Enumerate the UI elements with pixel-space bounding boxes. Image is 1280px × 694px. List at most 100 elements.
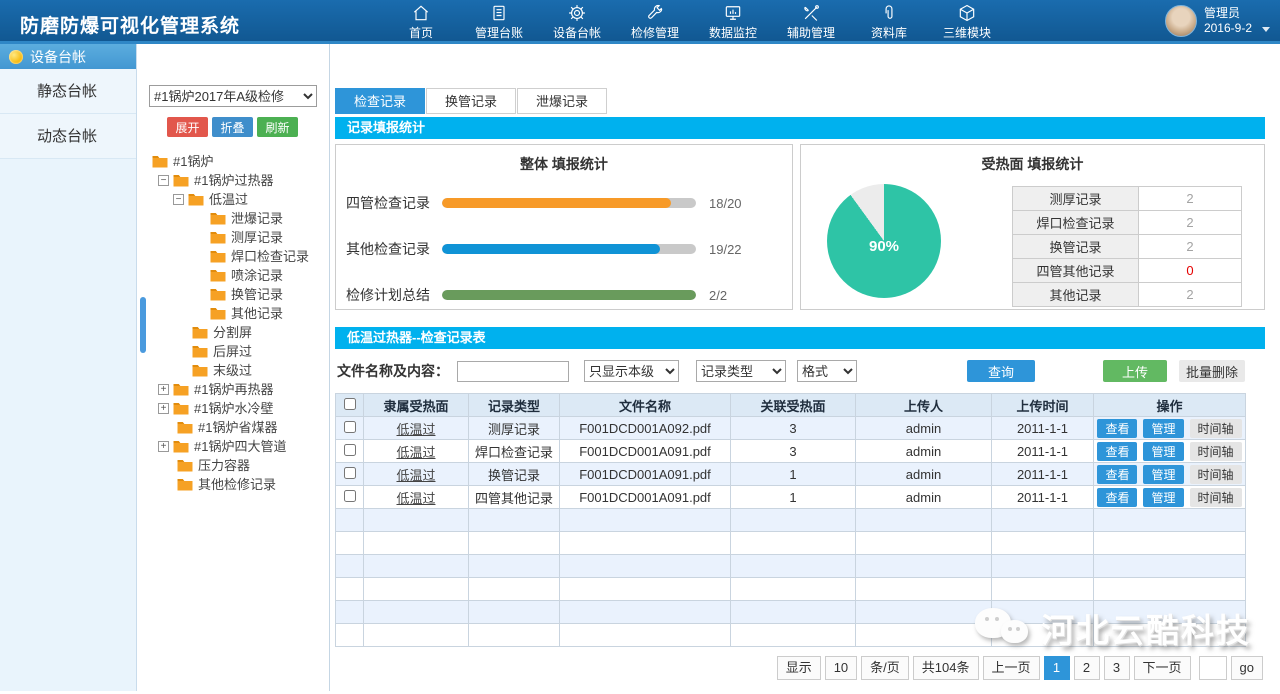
timeline-button[interactable]: 时间轴: [1190, 419, 1242, 438]
overhaul-select[interactable]: #1锅炉2017年A级检修: [149, 85, 317, 107]
timeline-button[interactable]: 时间轴: [1190, 488, 1242, 507]
manage-button[interactable]: 管理: [1143, 419, 1183, 438]
expand-toggle-icon[interactable]: [158, 384, 169, 395]
folder-icon: [188, 193, 204, 206]
tree-item[interactable]: #1锅炉水冷壁: [137, 399, 329, 418]
prev-page-button[interactable]: 上一页: [983, 656, 1040, 680]
record-type-select[interactable]: 记录类型: [696, 360, 786, 382]
next-page-button[interactable]: 下一页: [1134, 656, 1191, 680]
tree-item[interactable]: #1锅炉过热器: [137, 171, 329, 190]
tree-item[interactable]: 换管记录: [137, 285, 329, 304]
tree-item[interactable]: #1锅炉四大管道: [137, 437, 329, 456]
page-number-2[interactable]: 2: [1074, 656, 1100, 680]
tree-item[interactable]: 末级过: [137, 361, 329, 380]
tree-item[interactable]: #1锅炉省煤器: [137, 418, 329, 437]
sidebar-item-static-ledger[interactable]: 静态台帐: [0, 69, 136, 114]
tree-item[interactable]: 其他检修记录: [137, 475, 329, 494]
page-number-3[interactable]: 3: [1104, 656, 1130, 680]
expand-toggle-icon[interactable]: [158, 441, 169, 452]
expand-all-button[interactable]: 展开: [167, 117, 208, 137]
progress-fill: [442, 290, 696, 300]
progress-track: [442, 198, 696, 208]
progress-track: [442, 244, 696, 254]
surface-stats-table: 测厚记录2 焊口检查记录2 换管记录2 四管其他记录0 其他记录2: [1012, 186, 1242, 307]
timeline-button[interactable]: 时间轴: [1190, 442, 1242, 461]
tree-item[interactable]: 后屏过: [137, 342, 329, 361]
batch-delete-button[interactable]: 批量删除: [1179, 360, 1245, 382]
collapse-toggle-icon[interactable]: [173, 194, 184, 205]
surface-link[interactable]: 低温过: [396, 445, 435, 460]
tree-item[interactable]: #1锅炉再热器: [137, 380, 329, 399]
row-checkbox[interactable]: [344, 490, 356, 502]
tab-inspection-records[interactable]: 检查记录: [335, 88, 425, 114]
surface-stats-panel: 受热面 填报统计 90% 测厚记录2 焊口检查记录2 换管记录2 四管其他记录0…: [800, 144, 1265, 310]
tree-item[interactable]: 低温过: [137, 190, 329, 209]
tree-item[interactable]: 测厚记录: [137, 228, 329, 247]
wrench-icon: [645, 3, 665, 23]
tree-item[interactable]: 压力容器: [137, 456, 329, 475]
empty-table-row: [336, 601, 1246, 624]
upload-button[interactable]: 上传: [1103, 360, 1167, 382]
collapse-all-button[interactable]: 折叠: [212, 117, 253, 137]
tree-item[interactable]: 焊口检查记录: [137, 247, 329, 266]
refresh-button[interactable]: 刷新: [257, 117, 298, 137]
tree-scrollbar-thumb[interactable]: [140, 297, 146, 353]
tree-item[interactable]: #1锅炉: [137, 152, 329, 171]
nav-item-home[interactable]: 首页: [382, 0, 460, 44]
surface-link[interactable]: 低温过: [396, 468, 435, 483]
folder-icon: [173, 440, 189, 453]
view-button[interactable]: 查看: [1097, 488, 1137, 507]
progress-value: 18/20: [709, 196, 742, 211]
row-checkbox[interactable]: [344, 421, 356, 433]
nav-label: 数据监控: [709, 24, 757, 41]
format-select[interactable]: 格式: [797, 360, 857, 382]
select-all-checkbox[interactable]: [344, 398, 356, 410]
tree-item[interactable]: 其他记录: [137, 304, 329, 323]
timeline-button[interactable]: 时间轴: [1190, 465, 1242, 484]
surface-link[interactable]: 低温过: [396, 422, 435, 437]
nav-item-equipment-ledger[interactable]: 设备台帐: [538, 0, 616, 44]
sidebar: 设备台帐 静态台帐 动态台帐: [0, 44, 137, 691]
sidebar-item-dynamic-ledger[interactable]: 动态台帐: [0, 114, 136, 159]
view-button[interactable]: 查看: [1097, 419, 1137, 438]
row-checkbox[interactable]: [344, 444, 356, 456]
nav-label: 首页: [409, 24, 433, 41]
folder-icon: [173, 402, 189, 415]
manage-button[interactable]: 管理: [1143, 488, 1183, 507]
tab-explosion-records[interactable]: 泄爆记录: [517, 88, 607, 114]
nav-item-management-ledger[interactable]: 管理台账: [460, 0, 538, 44]
stats-section-header: 记录填报统计: [335, 117, 1265, 139]
sidebar-item-equipment-ledger[interactable]: 设备台帐: [0, 44, 136, 69]
view-button[interactable]: 查看: [1097, 442, 1137, 461]
nav-item-data-monitor[interactable]: 数据监控: [694, 0, 772, 44]
file-search-input[interactable]: [457, 361, 569, 382]
nav-item-library[interactable]: 资料库: [850, 0, 928, 44]
page-size-value[interactable]: 10: [825, 656, 857, 680]
collapse-toggle-icon[interactable]: [158, 175, 169, 186]
row-checkbox[interactable]: [344, 467, 356, 479]
table-row: 焊口检查记录2: [1013, 211, 1242, 235]
view-button[interactable]: 查看: [1097, 465, 1137, 484]
manage-button[interactable]: 管理: [1143, 442, 1183, 461]
chevron-down-icon[interactable]: [1262, 27, 1270, 32]
nav-item-auxiliary[interactable]: 辅助管理: [772, 0, 850, 44]
search-button[interactable]: 查询: [967, 360, 1035, 382]
col-header: 关联受热面: [731, 394, 856, 417]
surface-link[interactable]: 低温过: [396, 491, 435, 506]
level-select[interactable]: 只显示本级: [584, 360, 679, 382]
nav-item-maintenance[interactable]: 检修管理: [616, 0, 694, 44]
surface-stats-title: 受热面 填报统计: [801, 154, 1264, 174]
go-button[interactable]: go: [1231, 656, 1263, 680]
goto-page-input[interactable]: [1199, 656, 1227, 680]
tree-item[interactable]: 分割屏: [137, 323, 329, 342]
records-section-header: 低温过热器--检查记录表: [335, 327, 1265, 349]
manage-button[interactable]: 管理: [1143, 465, 1183, 484]
user-menu[interactable]: 管理员 2016-9-2: [1165, 5, 1252, 37]
expand-toggle-icon[interactable]: [158, 403, 169, 414]
page-number-1[interactable]: 1: [1044, 656, 1070, 680]
tree-item[interactable]: 泄爆记录: [137, 209, 329, 228]
table-row: 四管其他记录0: [1013, 259, 1242, 283]
tree-item[interactable]: 喷涂记录: [137, 266, 329, 285]
nav-item-3d-module[interactable]: 三维模块: [928, 0, 1006, 44]
tab-tube-replacement-records[interactable]: 换管记录: [426, 88, 516, 114]
